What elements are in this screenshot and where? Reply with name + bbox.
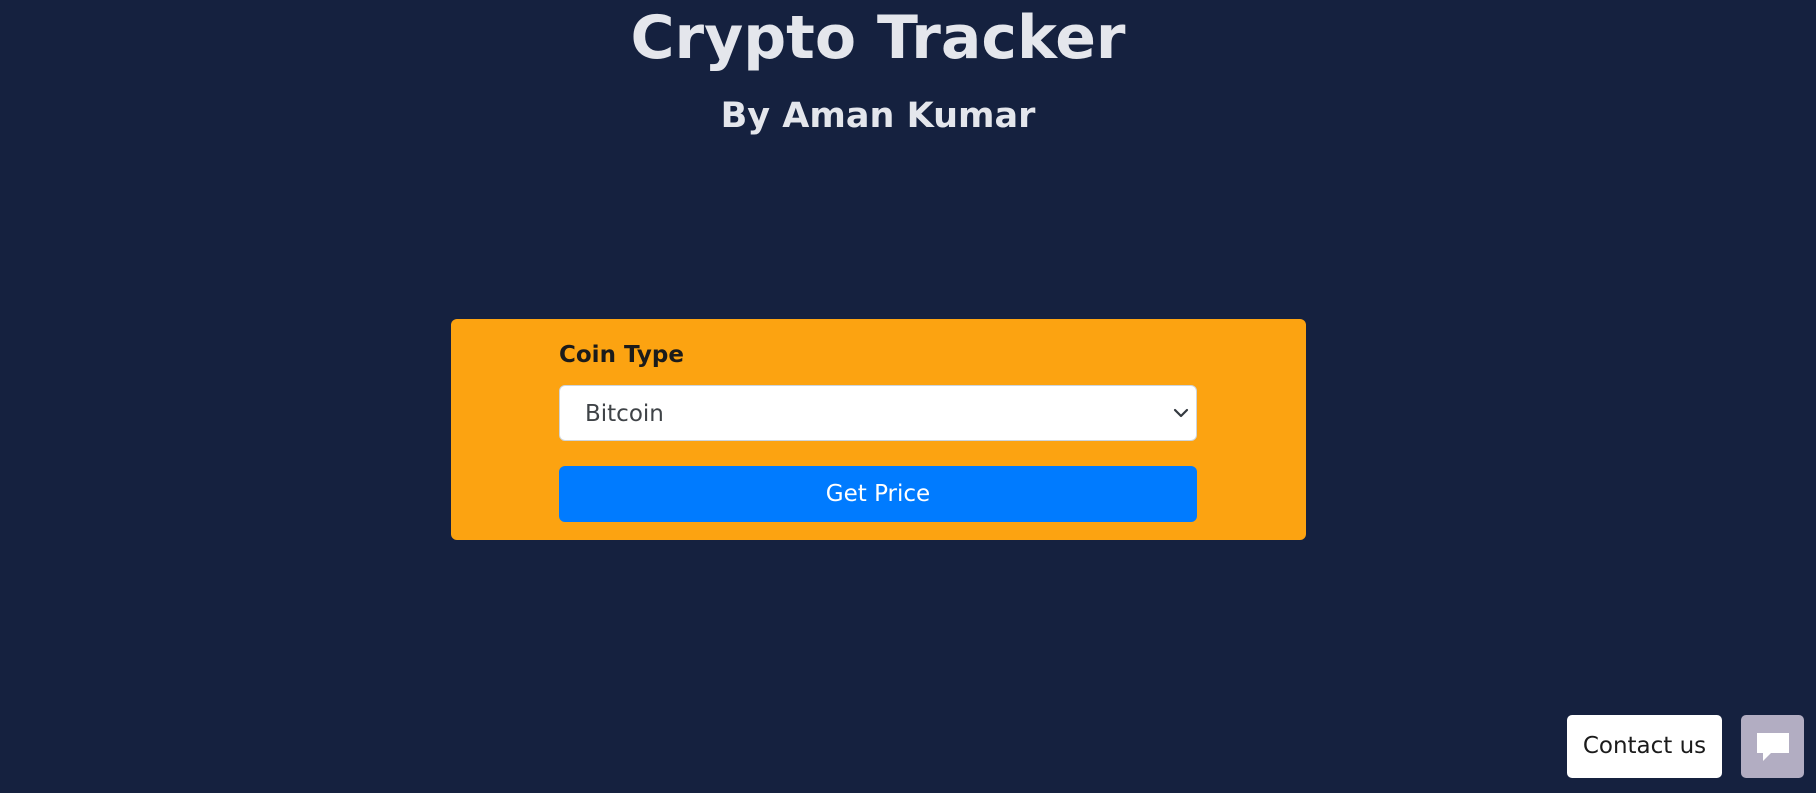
coin-type-selected-value: Bitcoin xyxy=(585,401,664,427)
chat-button[interactable] xyxy=(1741,715,1804,778)
contact-us-button[interactable]: Contact us xyxy=(1567,715,1722,778)
chevron-down-icon xyxy=(1173,408,1189,418)
coin-type-select[interactable]: Bitcoin xyxy=(559,385,1197,441)
coin-form-card: Coin Type Bitcoin Get Price xyxy=(451,319,1306,540)
get-price-button[interactable]: Get Price xyxy=(559,466,1197,522)
page-subtitle: By Aman Kumar xyxy=(720,96,1036,136)
page-title: Crypto Tracker xyxy=(630,3,1126,73)
chat-bubble-icon xyxy=(1757,733,1789,761)
coin-type-label: Coin Type xyxy=(559,342,684,368)
